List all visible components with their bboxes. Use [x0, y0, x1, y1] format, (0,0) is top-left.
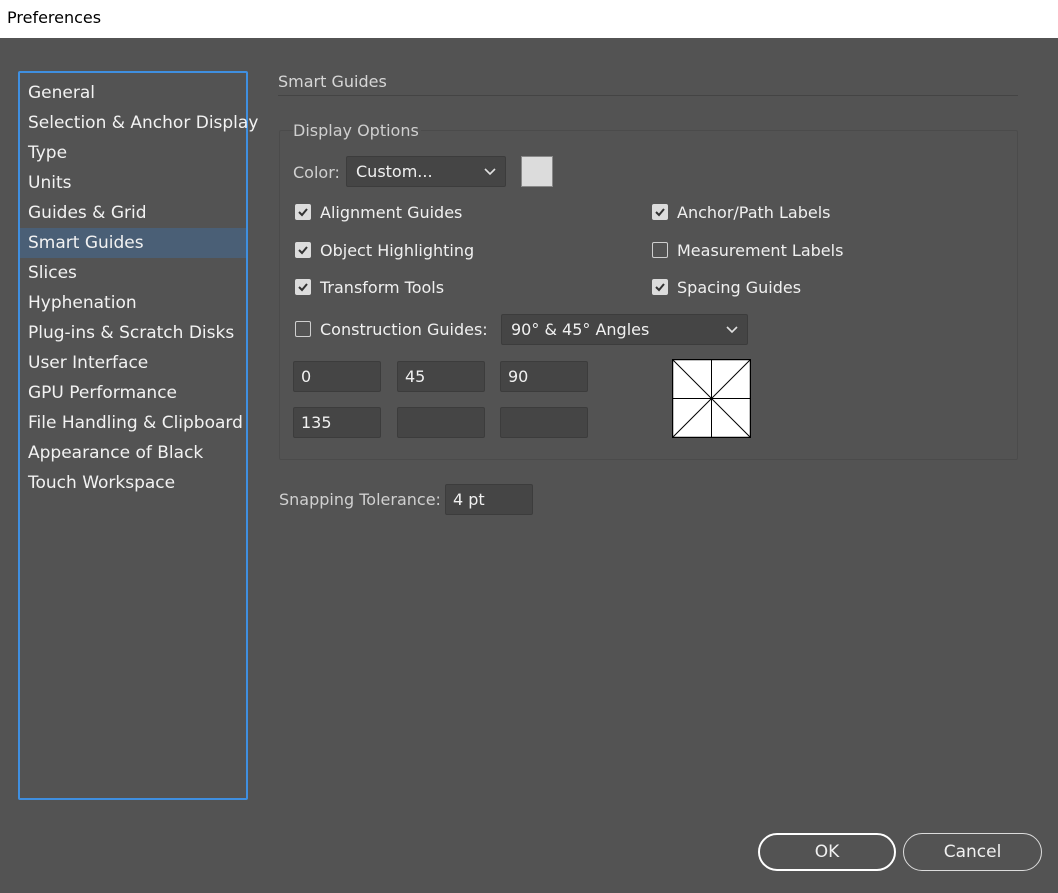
- transform-tools-label: Transform Tools: [320, 277, 445, 297]
- anchor-path-labels-checkbox[interactable]: Anchor/Path Labels: [652, 201, 831, 223]
- sidebar-item-general[interactable]: General: [20, 78, 246, 108]
- snapping-tolerance-field[interactable]: [445, 484, 533, 515]
- anchor-path-labels-label: Anchor/Path Labels: [677, 202, 831, 222]
- sidebar-item-hyphenation[interactable]: Hyphenation: [20, 288, 246, 318]
- sidebar-item-plugins-scratch-disks[interactable]: Plug-ins & Scratch Disks: [20, 318, 246, 348]
- alignment-guides-label: Alignment Guides: [320, 202, 463, 222]
- sidebar-item-type[interactable]: Type: [20, 138, 246, 168]
- display-options-legend: Display Options: [293, 121, 421, 140]
- checkbox-checked-icon[interactable]: [295, 204, 311, 220]
- sidebar-item-file-handling-clipboard[interactable]: File Handling & Clipboard: [20, 408, 246, 438]
- color-swatch[interactable]: [521, 156, 553, 187]
- construction-angles-preview-icon: [672, 359, 751, 438]
- spacing-guides-checkbox[interactable]: Spacing Guides: [652, 276, 801, 298]
- cancel-button[interactable]: Cancel: [903, 833, 1042, 871]
- sidebar-item-smart-guides[interactable]: Smart Guides: [20, 228, 246, 258]
- checkbox-checked-icon[interactable]: [295, 279, 311, 295]
- angle-field-6[interactable]: [500, 407, 588, 438]
- angle-field-5[interactable]: [397, 407, 485, 438]
- sidebar-item-slices[interactable]: Slices: [20, 258, 246, 288]
- transform-tools-checkbox[interactable]: Transform Tools: [295, 276, 444, 298]
- construction-guides-label: Construction Guides:: [320, 319, 488, 339]
- color-dropdown[interactable]: Custom...: [346, 156, 506, 187]
- ok-button[interactable]: OK: [758, 833, 896, 871]
- checkbox-unchecked-icon[interactable]: [652, 242, 668, 258]
- chevron-down-icon: [484, 168, 496, 176]
- measurement-labels-label: Measurement Labels: [677, 240, 844, 260]
- category-list[interactable]: General Selection & Anchor Display Type …: [18, 71, 258, 800]
- construction-angles-dropdown[interactable]: 90° & 45° Angles: [501, 314, 748, 345]
- preferences-dialog: General Selection & Anchor Display Type …: [0, 38, 1058, 893]
- angle-field-4[interactable]: [293, 407, 381, 438]
- window-title: Preferences: [0, 0, 1058, 38]
- checkbox-unchecked-icon[interactable]: [295, 321, 311, 337]
- object-highlighting-label: Object Highlighting: [320, 240, 475, 260]
- checkbox-checked-icon[interactable]: [295, 242, 311, 258]
- sidebar-item-units[interactable]: Units: [20, 168, 246, 198]
- chevron-down-icon: [726, 326, 738, 334]
- checkbox-checked-icon[interactable]: [652, 279, 668, 295]
- measurement-labels-checkbox[interactable]: Measurement Labels: [652, 239, 843, 261]
- sidebar-item-appearance-of-black[interactable]: Appearance of Black: [20, 438, 246, 468]
- section-divider: [278, 95, 1018, 96]
- color-dropdown-value: Custom...: [356, 162, 433, 181]
- object-highlighting-checkbox[interactable]: Object Highlighting: [295, 239, 474, 261]
- sidebar-item-guides-grid[interactable]: Guides & Grid: [20, 198, 246, 228]
- snapping-tolerance-label: Snapping Tolerance:: [279, 490, 441, 509]
- sidebar-item-touch-workspace[interactable]: Touch Workspace: [20, 468, 246, 498]
- sidebar-item-selection-anchor-display[interactable]: Selection & Anchor Display: [20, 108, 258, 138]
- spacing-guides-label: Spacing Guides: [677, 277, 802, 297]
- checkbox-checked-icon[interactable]: [652, 204, 668, 220]
- sidebar-item-gpu-performance[interactable]: GPU Performance: [20, 378, 246, 408]
- angle-field-3[interactable]: [500, 361, 588, 392]
- alignment-guides-checkbox[interactable]: Alignment Guides: [295, 201, 462, 223]
- angle-field-2[interactable]: [397, 361, 485, 392]
- color-label: Color:: [293, 163, 340, 182]
- angle-field-1[interactable]: [293, 361, 381, 392]
- section-title: Smart Guides: [278, 72, 387, 91]
- construction-guides-checkbox[interactable]: Construction Guides:: [295, 318, 488, 340]
- sidebar-item-user-interface[interactable]: User Interface: [20, 348, 246, 378]
- construction-angles-value: 90° & 45° Angles: [511, 320, 650, 339]
